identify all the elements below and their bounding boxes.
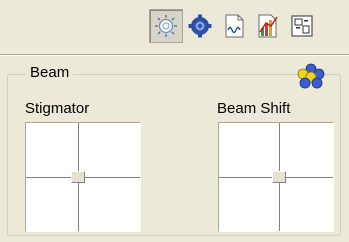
bar-chart-icon (258, 14, 278, 38)
layout-grid-icon (291, 15, 313, 37)
gear-blue-icon (188, 14, 212, 38)
stigmator-label: Stigmator (25, 100, 90, 117)
beam-group-title: Beam (26, 64, 74, 82)
beam-sun-icon (155, 15, 177, 37)
waveform-tool-button[interactable] (217, 9, 251, 43)
beam-shift-handle[interactable] (272, 171, 286, 183)
toolbar-separator (0, 54, 349, 56)
beam-shift-pad[interactable] (218, 122, 334, 232)
toolbar (0, 0, 349, 52)
beam-tool-button[interactable] (149, 9, 183, 43)
stigmator-pad[interactable] (25, 122, 141, 232)
layout-tool-button[interactable] (285, 9, 319, 43)
stigmator-handle[interactable] (71, 171, 85, 183)
gear-tool-button[interactable] (183, 9, 217, 43)
chart-tool-button[interactable] (251, 9, 285, 43)
beam-cluster-icon (297, 63, 325, 89)
beam-shift-label: Beam Shift (217, 100, 291, 117)
waveform-icon (225, 14, 244, 38)
